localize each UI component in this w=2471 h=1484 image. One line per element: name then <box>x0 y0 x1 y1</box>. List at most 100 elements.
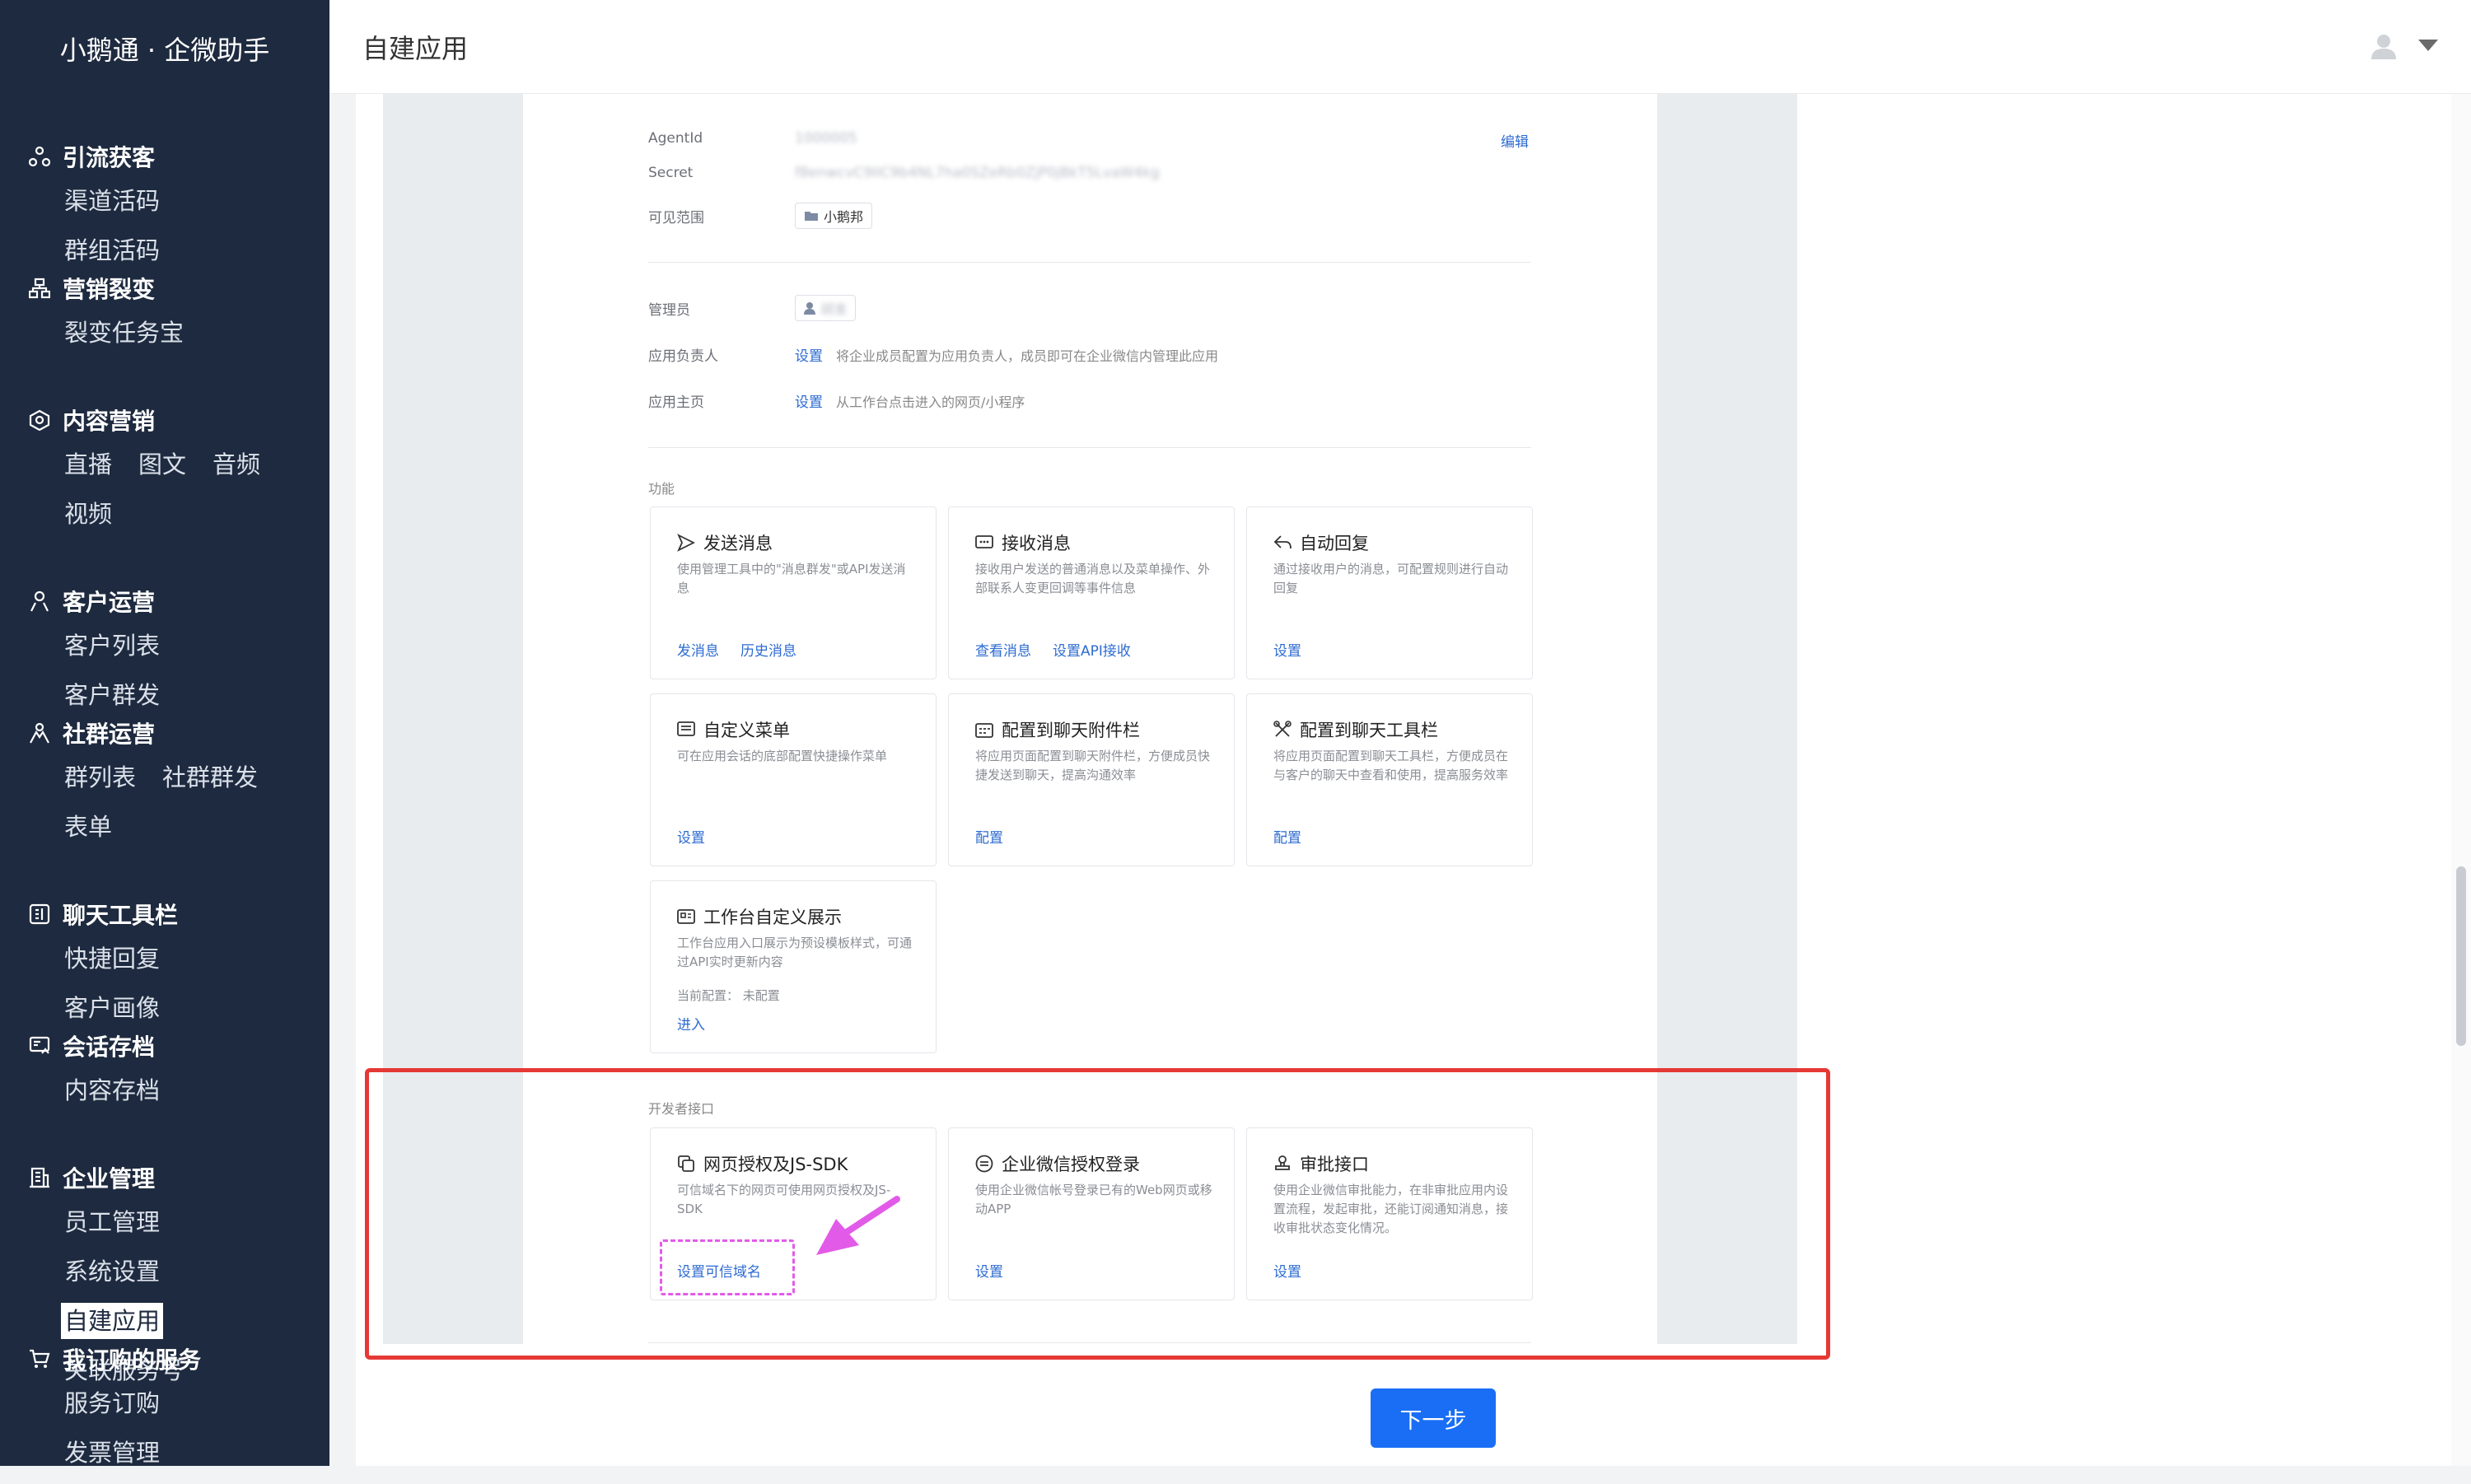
sidebar-item[interactable]: 自建应用 <box>61 1303 164 1339</box>
people-icon <box>28 721 51 744</box>
sidebar-item[interactable]: 系统设置 <box>61 1253 163 1290</box>
nav-group-title: 会话存档 <box>28 1028 292 1064</box>
owner-set-link[interactable]: 设置 <box>795 344 823 365</box>
card-feature-icon <box>677 908 695 926</box>
card-action-link[interactable]: 配置 <box>975 826 1003 847</box>
home-row: 应用主页 设置 从工作台点击进入的网页/小程序 <box>648 390 1025 412</box>
owner-row: 应用负责人 设置 将企业成员配置为应用负责人，成员即可在企业微信内管理此应用 <box>648 344 1218 366</box>
sidebar-item[interactable]: 社群群发 <box>159 759 261 796</box>
sidebar-item[interactable]: 客户群发 <box>61 677 163 713</box>
card-feature-icon <box>677 721 695 739</box>
cube-icon <box>28 408 51 432</box>
next-step-button[interactable]: 下一步 <box>1371 1388 1496 1448</box>
card-links: 进入 <box>677 1013 726 1034</box>
card-header: 配置到聊天附件栏 <box>975 717 1140 742</box>
nav-group-items: 直播 图文 音频视频 <box>28 446 292 545</box>
sidebar-item[interactable]: 群组活码 <box>61 232 163 268</box>
nav-group-2: 内容营销直播 图文 音频视频 <box>0 402 292 545</box>
card-header: 工作台自定义展示 <box>677 904 842 929</box>
nav-group-label: 客户运营 <box>63 589 156 616</box>
nav-group-title: 客户运营 <box>28 583 292 619</box>
toolbar-icon <box>28 903 51 926</box>
card-action-link[interactable]: 设置 <box>677 826 705 847</box>
sidebar-item[interactable]: 直播 <box>61 446 115 483</box>
card-action-link[interactable]: 发消息 <box>677 639 719 660</box>
card-links: 配置 <box>975 826 1025 847</box>
card-title: 发送消息 <box>703 534 773 553</box>
card-title: 工作台自定义展示 <box>703 908 842 927</box>
feature-card: 自动回复 通过接收用户的消息，可配置规则进行自动回复 设置 <box>1246 506 1533 679</box>
sidebar-item[interactable]: 渠道活码 <box>61 183 163 219</box>
visible-scope-row: 可见范围 小鹅邦 <box>648 203 873 229</box>
edit-link-text[interactable]: 编辑 <box>1501 130 1529 151</box>
sidebar-item[interactable]: 客户画像 <box>61 990 163 1026</box>
card-title: 自定义菜单 <box>703 721 790 740</box>
card-action-link[interactable]: 进入 <box>677 1013 705 1034</box>
nav-group-label: 营销裂变 <box>63 276 156 303</box>
card-action-link[interactable]: 历史消息 <box>740 639 796 660</box>
feature-card: 发送消息 使用管理工具中的"消息群发"或API发送消息 发消息 历史消息 <box>650 506 937 679</box>
sidebar-item[interactable]: 发票管理 <box>61 1435 163 1471</box>
sidebar-item[interactable]: 群列表 <box>61 759 139 796</box>
card-action-link[interactable]: 配置 <box>1273 826 1301 847</box>
visible-scope-tag[interactable]: 小鹅邦 <box>795 203 873 229</box>
user-menu-caret-icon[interactable] <box>2418 40 2438 51</box>
sidebar-item[interactable]: 表单 <box>61 809 115 845</box>
card-links: 发消息 历史消息 <box>677 639 818 660</box>
home-set-link[interactable]: 设置 <box>795 390 823 411</box>
home-label: 应用主页 <box>648 394 704 411</box>
card-feature-icon <box>1273 534 1292 552</box>
sidebar-item[interactable]: 员工管理 <box>61 1204 163 1240</box>
features-section-label: 功能 <box>648 481 675 497</box>
card-links: 设置 <box>1273 639 1323 660</box>
sidebar-item[interactable]: 裂变任务宝 <box>61 315 187 351</box>
card-description: 接收用户发送的普通消息以及菜单操作、外部联系人变更回调等事件信息 <box>975 562 1211 595</box>
nav-group-label: 内容营销 <box>63 408 156 435</box>
sidebar-item[interactable]: 内容存档 <box>61 1072 163 1108</box>
card-header: 配置到聊天工具栏 <box>1273 717 1438 742</box>
nav-group-label: 引流获客 <box>63 144 156 171</box>
card-description: 将应用页面配置到聊天工具栏，方便成员在与客户的聊天中查看和使用，提高服务效率 <box>1273 749 1509 782</box>
feature-card: 自定义菜单 可在应用会话的底部配置快捷操作菜单 设置 <box>650 693 937 866</box>
card-feature-icon <box>677 534 695 552</box>
pointer-arrow-icon <box>816 1196 900 1255</box>
card-feature-icon <box>975 534 993 552</box>
scrollbar-thumb[interactable] <box>2456 866 2466 1046</box>
feature-card: 接收消息 接收用户发送的普通消息以及菜单操作、外部联系人变更回调等事件信息 查看消息… <box>948 506 1235 679</box>
admin-tag[interactable]: 胡准 <box>795 295 857 321</box>
sidebar-item[interactable]: 音频 <box>209 446 264 483</box>
cart-icon <box>28 1347 51 1370</box>
nav-group-5: 聊天工具栏 快捷回复 客户画像 <box>0 896 292 1039</box>
avatar-icon[interactable] <box>2369 31 2399 61</box>
brand-title: 小鹅通 · 企微助手 <box>59 35 270 66</box>
divider-2 <box>648 447 1531 448</box>
share-nodes-icon <box>28 145 51 168</box>
divider-1 <box>648 262 1531 263</box>
sidebar-item[interactable]: 快捷回复 <box>61 940 163 977</box>
sidebar-item[interactable]: 客户列表 <box>61 628 163 664</box>
card-action-link[interactable]: 设置API接收 <box>1053 639 1131 660</box>
nav-group-label: 会话存档 <box>63 1034 156 1061</box>
scrollbar-track[interactable] <box>2451 94 2471 1466</box>
sidebar-item[interactable]: 图文 <box>135 446 189 483</box>
card-current-config: 当前配置： 未配置 <box>677 988 780 1003</box>
nav-group-title: 我订购的服务 <box>28 1341 292 1377</box>
edit-link[interactable]: 编辑 <box>1501 130 1529 151</box>
card-title: 自动回复 <box>1300 534 1369 553</box>
card-action-link[interactable]: 查看消息 <box>975 639 1031 660</box>
nav-group-items: 客户列表 客户群发 <box>28 628 292 726</box>
sidebar-item[interactable]: 视频 <box>61 496 115 532</box>
org-chart-icon <box>28 277 51 300</box>
nav-group-items: 群列表 社群群发表单 <box>28 759 292 858</box>
nav-group-title: 营销裂变 <box>28 270 292 306</box>
nav-group-label: 我订购的服务 <box>63 1346 202 1374</box>
nav-group-0: 引流获客渠道活码群组活码 <box>0 138 292 282</box>
feature-card: 配置到聊天附件栏 将应用页面配置到聊天附件栏，方便成员快捷发送到聊天，提高沟通效率… <box>948 693 1235 866</box>
nav-group-label: 企业管理 <box>63 1165 156 1192</box>
visible-scope-label: 可见范围 <box>648 209 704 226</box>
secret-value: f8enwcvC9IIC9b4NL7ha0SZeRb0ZjP0jBkT5LvaW… <box>795 165 1160 181</box>
sidebar-item[interactable]: 服务订购 <box>61 1385 163 1421</box>
card-action-link[interactable]: 设置 <box>1273 639 1301 660</box>
agentid-label: AgentId <box>648 130 703 147</box>
person-icon <box>28 590 51 613</box>
